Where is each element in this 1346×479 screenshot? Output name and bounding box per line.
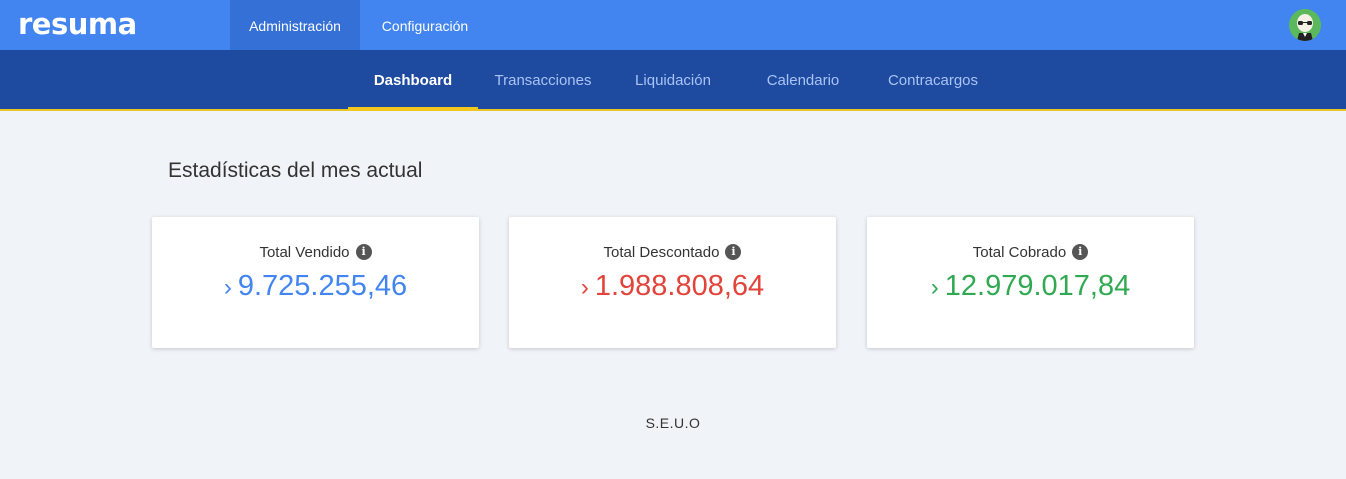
tab-liquidacion[interactable]: Liquidación — [608, 50, 738, 109]
top-bar: resuma Administración Configuración — [0, 0, 1346, 50]
tab-calendario[interactable]: Calendario — [738, 50, 868, 109]
stat-value-text: 9.725.255,46 — [237, 270, 408, 302]
page-title: Estadísticas del mes actual — [168, 159, 423, 182]
tab-contracargos[interactable]: Contracargos — [868, 50, 998, 109]
tab-administracion[interactable]: Administración — [230, 0, 360, 50]
footer-text: S.E.U.O — [645, 415, 701, 431]
tab-dashboard[interactable]: Dashboard — [348, 50, 478, 111]
tab-configuracion[interactable]: Configuración — [360, 0, 490, 50]
sub-navigation: Dashboard Transacciones Liquidación Cale… — [0, 50, 1346, 111]
info-icon[interactable]: i — [355, 244, 372, 260]
avatar-icon — [1289, 9, 1321, 41]
stat-label: Total Vendido — [259, 243, 350, 261]
stat-label: Total Cobrado — [972, 243, 1067, 261]
stat-card-total-cobrado: Total Cobrado i › 12.979.017,84 — [867, 217, 1194, 348]
stat-value: › 12.979.017,84 — [867, 269, 1194, 305]
stat-value-text: 12.979.017,84 — [944, 270, 1131, 302]
chevron-right-icon: › — [930, 274, 939, 301]
chevron-right-icon: › — [580, 274, 589, 301]
stat-value: › 9.725.255,46 — [152, 269, 479, 305]
stat-card-total-descontado: Total Descontado i › 1.988.808,64 — [509, 217, 836, 348]
app-logo[interactable]: resuma — [18, 6, 137, 42]
user-avatar[interactable] — [1289, 9, 1321, 41]
info-icon[interactable]: i — [1072, 244, 1089, 260]
chevron-right-icon: › — [223, 274, 232, 301]
stat-card-total-vendido: Total Vendido i › 9.725.255,46 — [152, 217, 479, 348]
stat-value-text: 1.988.808,64 — [594, 270, 765, 302]
stat-value: › 1.988.808,64 — [509, 269, 836, 305]
stat-label: Total Descontado — [603, 243, 720, 261]
info-icon[interactable]: i — [725, 244, 742, 260]
tab-transacciones[interactable]: Transacciones — [478, 50, 608, 109]
